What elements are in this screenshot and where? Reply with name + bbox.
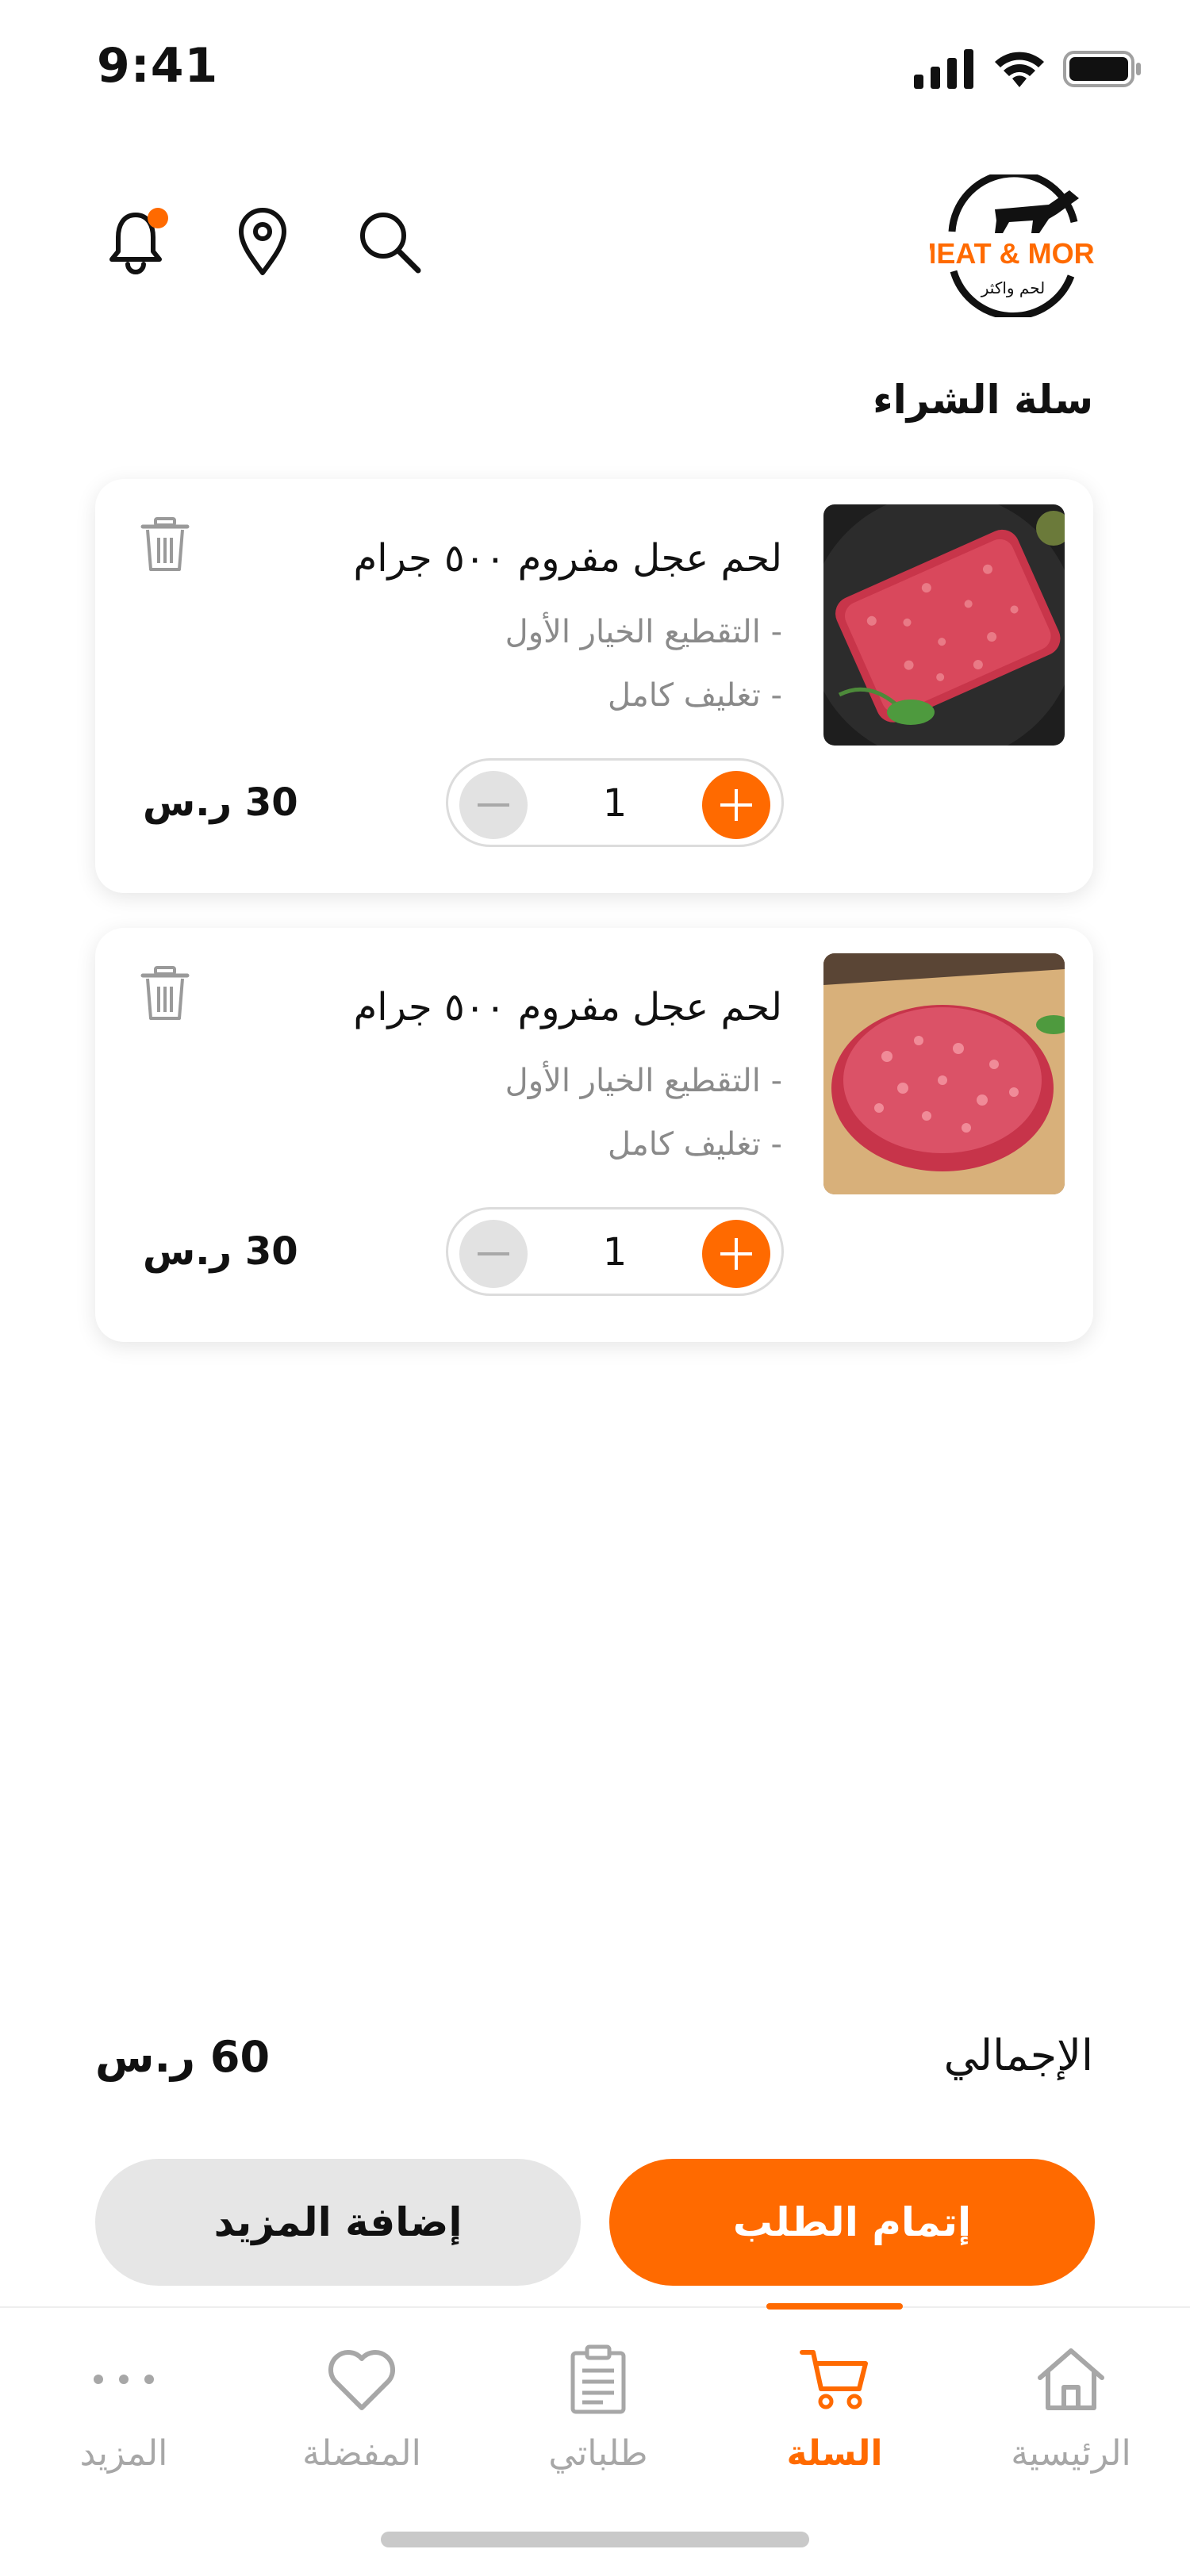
status-time: 9:41 (97, 38, 219, 94)
plus-icon (720, 789, 752, 821)
header: MEAT & MORE لحم واكثر (0, 159, 1190, 325)
heart-icon (328, 2349, 396, 2410)
quantity-stepper: 1 (446, 758, 784, 847)
nav-item-cart[interactable]: السلة (716, 2340, 954, 2498)
product-option-cut: - التقطيع الخيار الأول (505, 614, 782, 650)
nav-item-favorites[interactable]: المفضلة (243, 2340, 481, 2498)
nav-item-home[interactable]: الرئيسية (952, 2340, 1190, 2498)
delete-item-button[interactable] (140, 966, 190, 1023)
trash-icon (140, 966, 190, 1020)
logo: MEAT & MORE لحم واكثر (912, 170, 1114, 320)
plus-icon (720, 1238, 752, 1270)
page-title: سلة الشراء (873, 377, 1093, 423)
wifi-icon (995, 52, 1044, 87)
item-price: 30 ر.س (143, 1229, 298, 1274)
product-image (823, 504, 1065, 746)
total-label: الإجمالي (943, 2030, 1093, 2080)
cart-item: لحم عجل مفروم ٥٠٠ جرام - التقطيع الخيار … (95, 928, 1093, 1342)
status-icons (914, 49, 1142, 89)
logo-subtext: لحم واكثر (981, 278, 1045, 297)
total-value: 60 ر.س (95, 2032, 271, 2082)
delete-item-button[interactable] (140, 517, 190, 574)
product-image (823, 953, 1065, 1194)
search-button[interactable] (354, 206, 425, 278)
notification-dot (148, 208, 168, 228)
notifications-button[interactable] (100, 206, 171, 278)
product-option-cut: - التقطيع الخيار الأول (505, 1063, 782, 1099)
cart-icon (800, 2350, 868, 2409)
product-name: لحم عجل مفروم ٥٠٠ جرام (353, 985, 783, 1029)
product-name: لحم عجل مفروم ٥٠٠ جرام (353, 536, 783, 581)
home-icon (1038, 2348, 1104, 2410)
nav-label-orders: طلباتي (548, 2433, 648, 2474)
home-indicator (381, 2532, 809, 2547)
quantity-stepper: 1 (446, 1207, 784, 1296)
trash-icon (140, 517, 190, 571)
add-more-button[interactable]: إضافة المزيد (95, 2159, 581, 2286)
increase-quantity-button[interactable] (702, 771, 770, 839)
cart-item: لحم عجل مفروم ٥٠٠ جرام - التقطيع الخيار … (95, 479, 1093, 893)
nav-item-more[interactable]: المزيد (5, 2340, 243, 2498)
nav-label-more: المزيد (79, 2433, 168, 2474)
location-button[interactable] (227, 206, 298, 278)
product-option-packaging: - تغليف كامل (608, 1126, 782, 1163)
location-pin-icon (239, 208, 286, 275)
logo-text: MEAT & MORE (930, 237, 1096, 270)
nav-item-orders[interactable]: طلباتي (479, 2340, 717, 2498)
orders-icon (570, 2344, 626, 2414)
product-option-packaging: - تغليف كامل (608, 677, 782, 714)
signal-icon (914, 49, 973, 89)
logo-mark: MEAT & MORE لحم واكثر (912, 170, 1114, 320)
more-icon (94, 2375, 154, 2384)
nav-label-cart: السلة (786, 2433, 883, 2474)
nav-label-home: الرئيسية (1011, 2433, 1131, 2474)
search-icon (360, 213, 421, 274)
status-bar: 9:41 (0, 0, 1190, 135)
nav-label-favorites: المفضلة (302, 2433, 421, 2474)
increase-quantity-button[interactable] (702, 1220, 770, 1288)
checkout-button[interactable]: إتمام الطلب (609, 2159, 1095, 2286)
battery-icon (1063, 51, 1141, 87)
item-price: 30 ر.س (143, 780, 298, 825)
active-tab-indicator (766, 2303, 903, 2310)
